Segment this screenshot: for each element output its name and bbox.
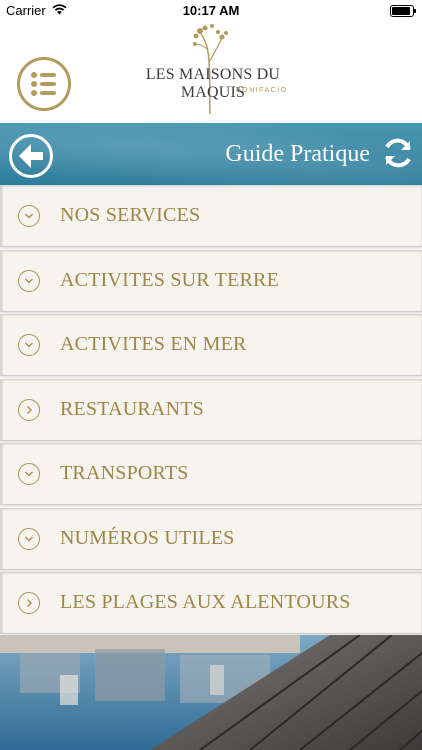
menu-item-label: ACTIVITES EN MER: [60, 333, 247, 355]
refresh-icon[interactable]: [380, 135, 416, 171]
menu-item-nos-services[interactable]: NOS SERVICES: [0, 185, 422, 247]
menu-item-restaurants[interactable]: RESTAURANTS: [0, 378, 422, 441]
title-bar: Guide Pratique: [0, 123, 422, 185]
brand-name: LES MAISONS DU MAQUIS: [145, 66, 281, 101]
clock: 10:17 AM: [182, 3, 240, 18]
chevron-down-icon: [18, 334, 40, 356]
menu-item-transports[interactable]: TRANSPORTS: [0, 443, 422, 505]
chevron-right-icon: [18, 398, 40, 421]
menu-item-les-plages-aux-alentours[interactable]: LES PLAGES AUX ALENTOURS: [0, 572, 422, 634]
brand-logo: LES MAISONS DU MAQUIS BONIFACIO: [118, 22, 308, 122]
menu-button[interactable]: [17, 57, 71, 111]
background-photo: [0, 635, 422, 750]
status-bar: Carrier 10:17 AM: [0, 0, 422, 22]
battery-icon: [390, 5, 416, 17]
menu-item-label: LES PLAGES AUX ALENTOURS: [60, 591, 351, 613]
menu-item-label: NUMÉROS UTILES: [60, 526, 235, 549]
chevron-down-icon: [18, 527, 40, 550]
menu-item-numeros-utiles[interactable]: NUMÉROS UTILES: [0, 507, 422, 570]
guide-menu-list: NOS SERVICES ACTIVITES SUR TERRE ACTIVIT…: [0, 185, 422, 637]
arrow-left-icon: [19, 144, 43, 168]
menu-item-activites-en-mer[interactable]: ACTIVITES EN MER: [0, 314, 422, 376]
menu-item-label: RESTAURANTS: [60, 397, 204, 420]
menu-item-activites-sur-terre[interactable]: ACTIVITES SUR TERRE: [0, 249, 422, 312]
app-header: LES MAISONS DU MAQUIS BONIFACIO: [0, 22, 422, 123]
back-button[interactable]: [9, 134, 53, 178]
chevron-down-icon: [18, 269, 40, 292]
menu-item-label: TRANSPORTS: [60, 462, 189, 484]
menu-item-label: NOS SERVICES: [60, 204, 201, 226]
chevron-down-icon: [18, 205, 40, 227]
brand-location: BONIFACIO: [236, 87, 288, 94]
list-icon: [31, 72, 56, 96]
chevron-down-icon: [18, 463, 40, 485]
chevron-right-icon: [18, 592, 40, 614]
menu-item-label: ACTIVITES SUR TERRE: [60, 268, 279, 291]
page-title: Guide Pratique: [225, 141, 370, 167]
